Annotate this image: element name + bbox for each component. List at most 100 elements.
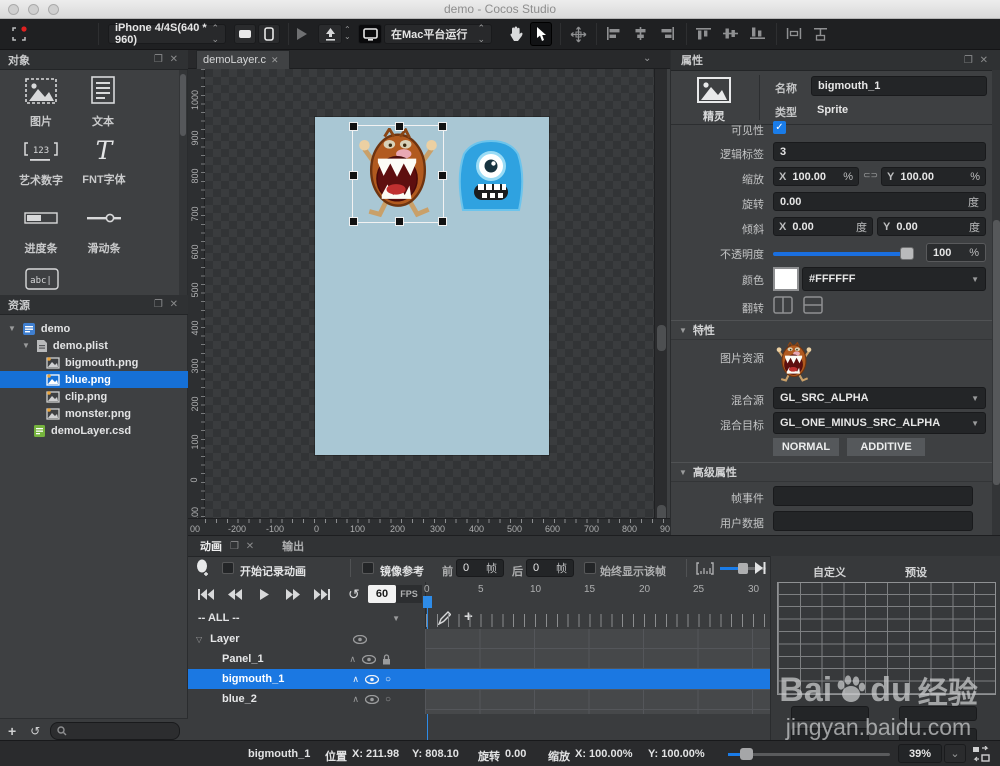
image-resource-thumbnail[interactable] (776, 342, 812, 383)
align-right-button[interactable] (660, 27, 675, 40)
tree-item-blue-png[interactable]: blue.png (0, 371, 188, 388)
collapse-icon[interactable]: ∧ (349, 654, 356, 665)
curve-tab-custom[interactable]: 自定义 (813, 564, 846, 580)
same-size-button[interactable] (813, 27, 828, 41)
opacity-slider-handle[interactable] (900, 247, 914, 260)
resources-panel-window-controls[interactable]: ❐ ✕ (154, 299, 180, 310)
animation-tab-window-controls[interactable]: ❐ ✕ (230, 541, 256, 552)
object-item-fnt-font[interactable]: T FNT字体 (76, 136, 132, 187)
circle-icon[interactable]: ○ (385, 694, 391, 705)
scale-x-input[interactable]: X 100.00 % (773, 167, 859, 186)
layer-row-root[interactable]: ▽ Layer (188, 629, 425, 649)
blend-additive-button[interactable]: ADDITIVE (847, 438, 925, 456)
visible-checkbox[interactable]: ✓ (773, 121, 786, 134)
flip-horizontal-button[interactable] (773, 296, 793, 314)
track-filter-select[interactable]: -- ALL -- ▼ (192, 608, 406, 628)
flip-vertical-button[interactable] (803, 296, 823, 314)
layer-row-bigmouth[interactable]: bigmouth_1 ∧ ○ (188, 669, 425, 689)
loop-icon[interactable]: ↺ (348, 586, 360, 603)
fast-forward-icon[interactable] (286, 589, 300, 600)
objects-scrollbar[interactable] (179, 70, 187, 295)
canvas-zoom-dropdown-button[interactable]: ⌄ (944, 744, 966, 763)
user-data-input[interactable] (773, 511, 973, 531)
properties-scrollbar[interactable] (992, 70, 1000, 535)
rotation-input[interactable]: 0.00 度 (773, 192, 986, 211)
always-show-label[interactable]: 始终显示该帧 (600, 563, 666, 579)
scale-link-icon[interactable]: ⊂⊃ (863, 170, 878, 181)
object-item-button[interactable]: abc| (22, 268, 62, 290)
lock-icon[interactable] (382, 653, 391, 665)
align-vcenter-button[interactable] (723, 27, 738, 40)
tab-overflow-icon[interactable]: ⌄ (643, 53, 651, 64)
hand-tool-button[interactable] (508, 26, 523, 42)
record-icon[interactable] (196, 559, 210, 577)
name-input[interactable]: bigmouth_1 (811, 76, 987, 96)
select-tool-button[interactable] (530, 22, 552, 46)
tree-item-monster-png[interactable]: monster.png (0, 405, 188, 422)
rewind-icon[interactable] (228, 589, 242, 600)
always-show-checkbox[interactable] (584, 562, 596, 574)
color-select[interactable]: #FFFFFF ▼ (802, 267, 986, 291)
new-scene-button[interactable] (8, 24, 30, 44)
timeline-zoom-handle[interactable] (738, 563, 748, 574)
skew-x-input[interactable]: X 0.00 度 (773, 217, 873, 236)
resource-search-input[interactable] (50, 721, 180, 740)
add-resource-button[interactable]: + (8, 723, 16, 739)
section-feature[interactable]: ▼ 特性 (671, 320, 1000, 340)
object-item-progressbar[interactable]: 进度条 (12, 208, 70, 256)
properties-panel-window-controls[interactable]: ❐ ✕ (964, 55, 990, 66)
canvas-vscrollbar[interactable] (654, 69, 667, 531)
before-input[interactable]: 0 帧 (456, 559, 504, 577)
expand-arrow-icon[interactable]: ▼ (8, 324, 16, 333)
play-button[interactable] (296, 27, 308, 41)
run-platform-button[interactable] (358, 24, 382, 44)
canvas-viewport[interactable] (205, 69, 654, 518)
align-left-button[interactable] (606, 27, 621, 40)
selection-handle[interactable] (395, 217, 404, 226)
tab-output[interactable]: 输出 (282, 538, 304, 554)
move-anchor-button[interactable] (570, 26, 587, 43)
scale-y-input[interactable]: Y 100.00 % (881, 167, 986, 186)
blend-normal-button[interactable]: NORMAL (773, 438, 839, 456)
play-frame-icon[interactable] (260, 589, 269, 600)
after-input[interactable]: 0 帧 (526, 559, 574, 577)
selection-handle[interactable] (438, 122, 447, 131)
align-hcenter-button[interactable] (633, 27, 648, 40)
eye-icon[interactable] (364, 694, 379, 704)
section-advanced[interactable]: ▼ 高级属性 (671, 462, 1000, 482)
object-item-slider[interactable]: 滑动条 (76, 208, 132, 256)
record-checkbox[interactable] (222, 562, 234, 574)
tree-item-demo[interactable]: ▼ demo (0, 320, 188, 337)
object-item-atlas-number[interactable]: 123 艺术数字 (12, 142, 70, 188)
blend-src-select[interactable]: GL_SRC_ALPHA ▼ (773, 387, 986, 409)
device-select[interactable]: iPhone 4/4S(640 * 960) ⌃ ⌄ (108, 22, 226, 46)
tree-item-demolayer-csd[interactable]: demoLayer.csd (0, 422, 188, 439)
skew-y-input[interactable]: Y 0.00 度 (877, 217, 986, 236)
opacity-input[interactable]: 100 % (926, 243, 986, 262)
opacity-slider[interactable] (773, 247, 914, 260)
expand-arrow-icon[interactable]: ▼ (22, 341, 30, 350)
skip-start-icon[interactable] (198, 589, 214, 600)
object-item-image[interactable]: 图片 (18, 78, 64, 129)
run-target-select[interactable]: 在Mac平台运行 ⌃ ⌄ (384, 23, 492, 44)
layer-row-blue2[interactable]: blue_2 ∧ ○ (188, 689, 425, 709)
align-bottom-button[interactable] (750, 27, 765, 40)
publish-button[interactable] (318, 24, 342, 44)
align-top-button[interactable] (696, 27, 711, 40)
eye-icon[interactable] (362, 654, 376, 664)
frame-event-input[interactable] (773, 486, 973, 506)
canvas-zoom-slider[interactable] (728, 748, 890, 760)
mirror-label[interactable]: 镜像参考 (380, 563, 424, 579)
collapse-icon[interactable]: ∧ (352, 674, 359, 685)
selection-handle[interactable] (349, 122, 358, 131)
fit-canvas-icon[interactable] (972, 746, 990, 762)
circle-icon[interactable]: ○ (385, 674, 391, 685)
skip-end-icon[interactable] (314, 589, 330, 600)
publish-options-button[interactable]: ⌃ ⌄ (344, 26, 351, 41)
portrait-button[interactable] (258, 24, 280, 44)
playhead-marker[interactable] (423, 596, 432, 608)
selection-handle[interactable] (349, 171, 358, 180)
objects-panel-window-controls[interactable]: ❐ ✕ (154, 54, 180, 65)
selection-box[interactable] (349, 122, 447, 226)
landscape-button[interactable] (234, 24, 256, 44)
